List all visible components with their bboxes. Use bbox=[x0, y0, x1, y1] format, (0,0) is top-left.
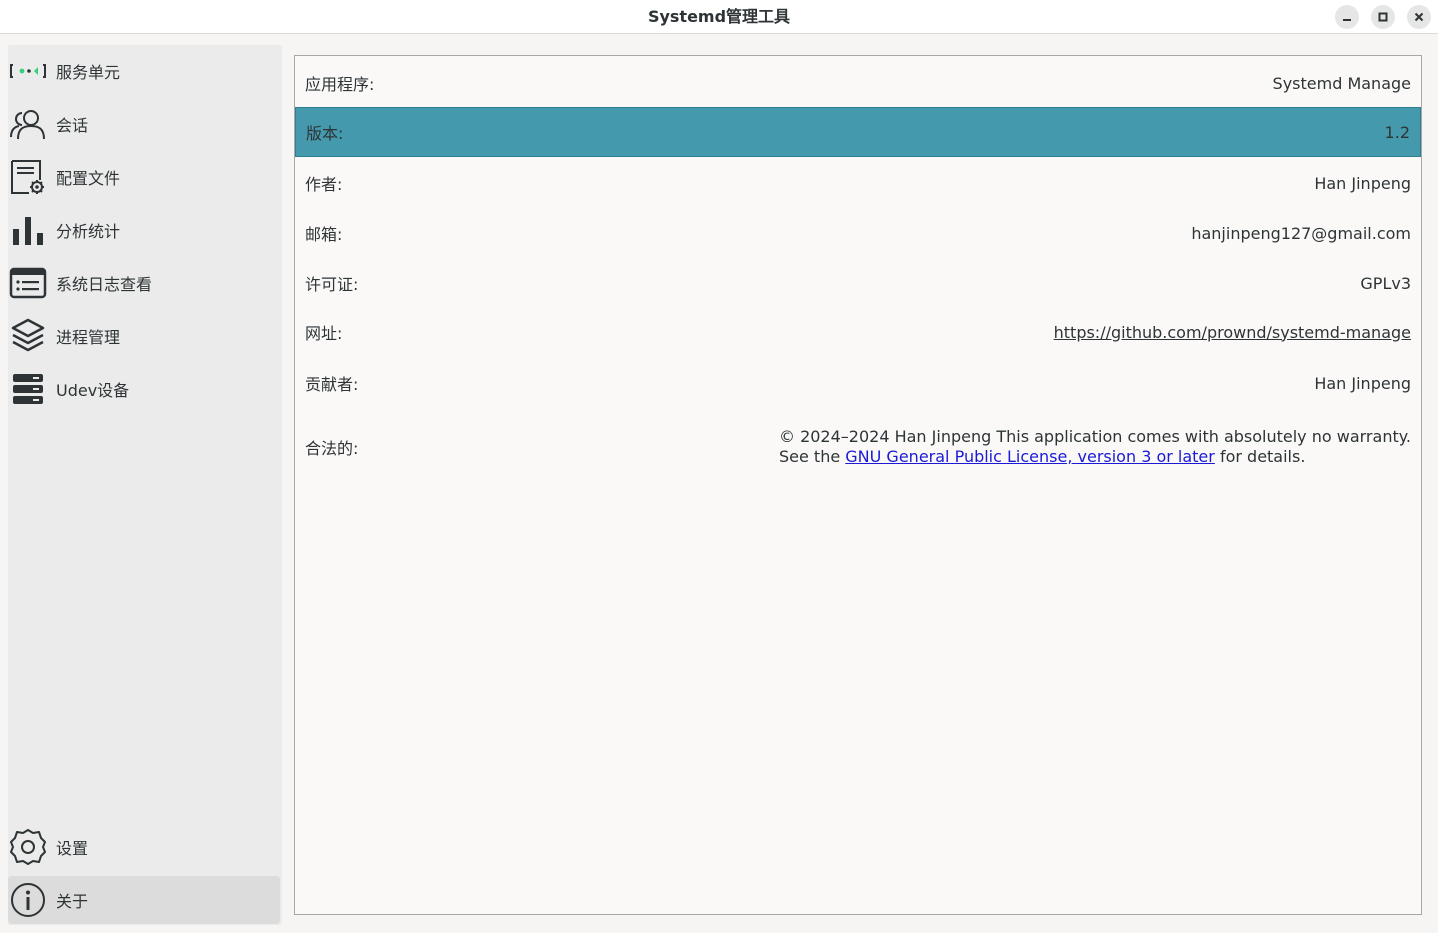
sidebar-item-label: 分析统计 bbox=[56, 222, 121, 241]
layers-icon bbox=[8, 316, 48, 356]
legal-prefix: See the bbox=[778, 447, 846, 466]
legal-suffix: for details. bbox=[1214, 447, 1306, 466]
about-row-application[interactable]: 应用程序: Systemd Manage bbox=[295, 58, 1421, 108]
sidebar-item-about[interactable]: 关于 bbox=[8, 876, 280, 924]
row-value: GPLv3 bbox=[1360, 273, 1411, 293]
sidebar-item-journal[interactable]: 系统日志查看 bbox=[8, 259, 280, 307]
sidebar-item-settings[interactable]: 设置 bbox=[8, 823, 280, 871]
row-key: 许可证: bbox=[305, 275, 359, 294]
service-units-icon bbox=[8, 51, 48, 91]
sidebar-item-label: 进程管理 bbox=[56, 328, 121, 347]
close-button[interactable] bbox=[1407, 5, 1431, 29]
about-row-website[interactable]: 网址: https://github.com/prownd/systemd-ma… bbox=[295, 307, 1421, 357]
about-row-license[interactable]: 许可证: GPLv3 bbox=[295, 258, 1421, 308]
legal-line-2: See the GNU General Public License, vers… bbox=[779, 447, 1411, 467]
sidebar-item-analysis[interactable]: 分析统计 bbox=[8, 206, 280, 254]
sidebar-item-label: 会话 bbox=[56, 116, 89, 135]
maximize-icon bbox=[1378, 12, 1388, 22]
row-key: 网址: bbox=[305, 324, 343, 343]
row-key: 邮箱: bbox=[305, 225, 343, 244]
log-viewer-icon bbox=[8, 263, 48, 303]
row-key: 合法的: bbox=[305, 439, 359, 458]
row-value: hanjinpeng127@gmail.com bbox=[1191, 223, 1411, 243]
row-value: Han Jinpeng bbox=[1314, 373, 1411, 393]
server-icon bbox=[8, 369, 48, 409]
info-icon bbox=[8, 880, 48, 920]
legal-line-1: © 2024–2024 Han Jinpeng This application… bbox=[778, 427, 1411, 446]
row-key: 作者: bbox=[305, 175, 343, 194]
row-key: 版本: bbox=[306, 124, 344, 143]
sidebar: 服务单元 会话 配置文件 分析统计 系统日志查看 进程管理 Udev设备 设置 … bbox=[8, 45, 282, 925]
sidebar-item-label: Udev设备 bbox=[56, 381, 130, 400]
about-row-email[interactable]: 邮箱: hanjinpeng127@gmail.com bbox=[295, 208, 1421, 258]
window-title: Systemd管理工具 bbox=[647, 7, 791, 26]
sidebar-item-processes[interactable]: 进程管理 bbox=[8, 312, 280, 360]
minimize-icon bbox=[1343, 19, 1351, 21]
sidebar-item-label: 设置 bbox=[56, 839, 89, 858]
about-row-legal[interactable]: 合法的: © 2024–2024 Han Jinpeng This applic… bbox=[295, 402, 1421, 492]
about-panel: 应用程序: Systemd Manage 版本: 1.2 作者: Han Jin… bbox=[294, 55, 1422, 915]
row-value: 1.2 bbox=[1384, 122, 1410, 142]
config-file-icon bbox=[8, 157, 48, 197]
bar-chart-icon bbox=[8, 210, 48, 250]
minimize-button[interactable] bbox=[1335, 5, 1359, 29]
sidebar-item-label: 配置文件 bbox=[56, 169, 121, 188]
row-value: Systemd Manage bbox=[1272, 73, 1411, 93]
about-row-contributors[interactable]: 贡献者: Han Jinpeng bbox=[295, 358, 1421, 408]
title-bar: Systemd管理工具 bbox=[0, 0, 1438, 34]
sidebar-item-udev[interactable]: Udev设备 bbox=[8, 365, 280, 413]
sidebar-item-service-units[interactable]: 服务单元 bbox=[8, 47, 280, 95]
maximize-button[interactable] bbox=[1371, 5, 1395, 29]
row-value: Han Jinpeng bbox=[1314, 173, 1411, 193]
about-row-version[interactable]: 版本: 1.2 bbox=[295, 107, 1421, 157]
sidebar-item-label: 服务单元 bbox=[56, 63, 121, 82]
about-row-author[interactable]: 作者: Han Jinpeng bbox=[295, 158, 1421, 208]
sidebar-item-label: 系统日志查看 bbox=[56, 275, 153, 294]
sidebar-item-config-files[interactable]: 配置文件 bbox=[8, 153, 280, 201]
gpl-link[interactable]: GNU General Public License, version 3 or… bbox=[845, 447, 1215, 466]
sidebar-item-label: 关于 bbox=[56, 892, 89, 911]
sidebar-item-sessions[interactable]: 会话 bbox=[8, 100, 280, 148]
legal-text: © 2024–2024 Han Jinpeng This application… bbox=[779, 427, 1411, 467]
sessions-icon bbox=[8, 104, 48, 144]
row-key: 应用程序: bbox=[305, 75, 375, 94]
website-link[interactable]: https://github.com/prownd/systemd-manage bbox=[1054, 323, 1411, 342]
close-icon bbox=[1414, 12, 1424, 22]
row-key: 贡献者: bbox=[305, 375, 359, 394]
gear-icon bbox=[8, 827, 48, 867]
